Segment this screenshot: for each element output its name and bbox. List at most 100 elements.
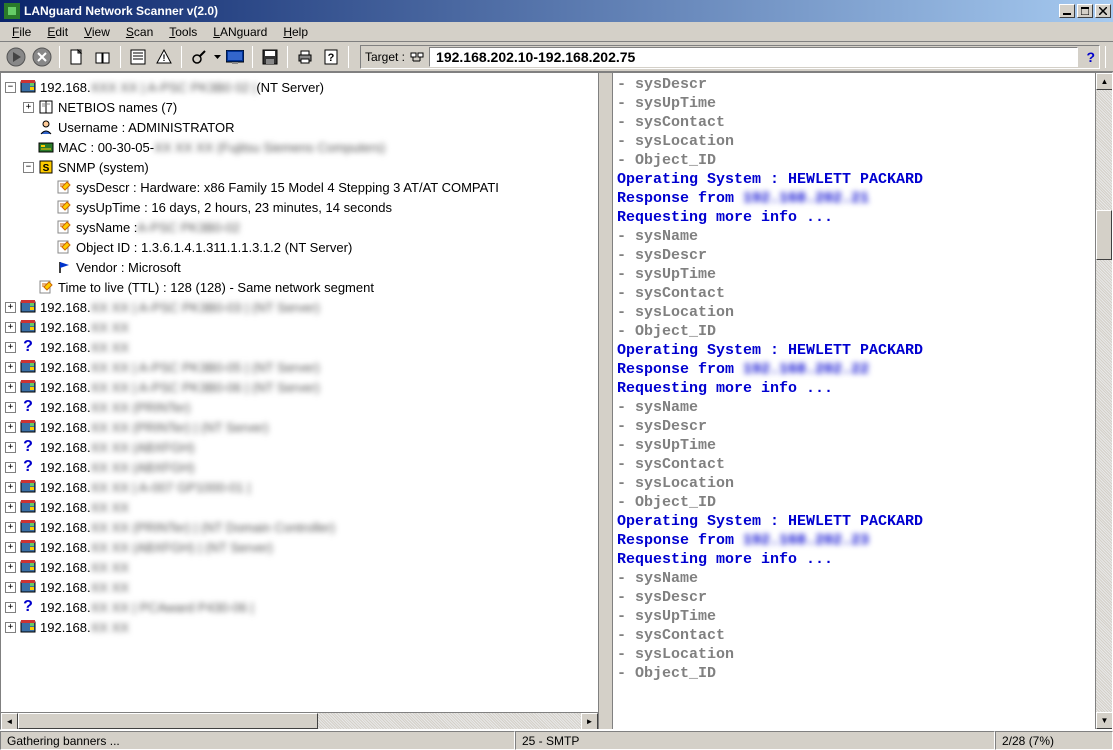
vertical-scrollbar[interactable]: ▲ ▼ xyxy=(1095,73,1112,729)
tree-ttl[interactable]: Time to live (TTL) : 128 (128) - Same ne… xyxy=(5,277,598,297)
log-line: - sysName xyxy=(617,398,1091,417)
menu-view[interactable]: View xyxy=(76,23,118,41)
tree-host-3[interactable]: +192.168.XX XX | A-PSC PK3B0-05 | (NT Se… xyxy=(5,357,598,377)
window-title: LANguard Network Scanner v(2.0) xyxy=(24,4,1059,18)
host-tree[interactable]: −192.168. XXX XX | A-PSC PK3B0 02 | (NT … xyxy=(1,73,598,712)
list-button[interactable] xyxy=(126,45,150,69)
tree-host-14[interactable]: +192.168.XX XX xyxy=(5,577,598,597)
tree-snmp-sysdescr[interactable]: sysDescr : Hardware: x86 Family 15 Model… xyxy=(5,177,598,197)
tree-host-16[interactable]: +192.168.XX XX xyxy=(5,617,598,637)
svg-text:S: S xyxy=(43,163,50,174)
scroll-thumb[interactable] xyxy=(18,713,318,729)
scroll-thumb[interactable] xyxy=(1096,210,1112,260)
expander-icon[interactable]: + xyxy=(5,302,16,313)
tool-button[interactable] xyxy=(187,45,211,69)
status-right: 2/28 (7%) xyxy=(995,731,1113,750)
open-button[interactable] xyxy=(91,45,115,69)
menu-tools[interactable]: Tools xyxy=(161,23,205,41)
tree-host-7[interactable]: +?192.168.XX XX (ABXFGH) xyxy=(5,437,598,457)
play-button[interactable] xyxy=(4,45,28,69)
horizontal-scrollbar[interactable]: ◄ ► xyxy=(1,712,598,729)
expander-icon[interactable]: + xyxy=(5,502,16,513)
expander-icon[interactable]: + xyxy=(5,482,16,493)
stop-button[interactable] xyxy=(30,45,54,69)
tree-snmp[interactable]: −SSNMP (system) xyxy=(5,157,598,177)
target-input[interactable]: 192.168.202.10-192.168.202.75 xyxy=(429,47,1078,67)
tree-mac[interactable]: MAC : 00-30-05-XX XX XX (Fujitsu Siemens… xyxy=(5,137,598,157)
menu-scan[interactable]: Scan xyxy=(118,23,161,41)
tree-host-15[interactable]: +?192.168.XX XX | PCAward P430-06 | xyxy=(5,597,598,617)
expander-icon[interactable]: − xyxy=(5,82,16,93)
tree-host-0[interactable]: +192.168.XX XX | A-PSC PK3B0-03 | (NT Se… xyxy=(5,297,598,317)
expander-icon[interactable]: + xyxy=(5,562,16,573)
print-button[interactable] xyxy=(293,45,317,69)
menu-file[interactable]: File xyxy=(4,23,39,41)
tree-host-12[interactable]: +192.168.XX XX (ABXFGH) | (NT Server) xyxy=(5,537,598,557)
expander-icon[interactable]: + xyxy=(5,442,16,453)
tree-netbios[interactable]: +NETBIOS names (7) xyxy=(5,97,598,117)
expander-icon[interactable]: + xyxy=(5,382,16,393)
scroll-left-button[interactable]: ◄ xyxy=(1,713,18,729)
log-line: - sysUpTime xyxy=(617,436,1091,455)
close-button[interactable] xyxy=(1095,4,1111,18)
expander-icon[interactable]: + xyxy=(5,342,16,353)
tree-host-root[interactable]: −192.168. XXX XX | A-PSC PK3B0 02 | (NT … xyxy=(5,77,598,97)
scroll-down-button[interactable]: ▼ xyxy=(1096,712,1112,729)
tree-host-9[interactable]: +192.168.XX XX | A-007 GP1000-01 | xyxy=(5,477,598,497)
expander-icon[interactable]: + xyxy=(5,462,16,473)
minimize-button[interactable] xyxy=(1059,4,1075,18)
log-line: Response from 192.168.202.23 xyxy=(617,531,1091,550)
menu-languard[interactable]: LANguard xyxy=(205,23,275,41)
menu-edit[interactable]: Edit xyxy=(39,23,76,41)
tree-host-13[interactable]: +192.168.XX XX xyxy=(5,557,598,577)
tree-host-4[interactable]: +192.168.XX XX | A-PSC PK3B0-06 | (NT Se… xyxy=(5,377,598,397)
scroll-right-button[interactable]: ► xyxy=(581,713,598,729)
tree-host-6[interactable]: +192.168.XX XX (PRINTer) | (NT Server) xyxy=(5,417,598,437)
expander-icon[interactable]: + xyxy=(5,602,16,613)
help-icon[interactable]: ? xyxy=(1086,49,1095,65)
expander-icon[interactable]: − xyxy=(23,162,34,173)
monitor-button[interactable] xyxy=(223,45,247,69)
log-line: - sysDescr xyxy=(617,588,1091,607)
expander-icon[interactable]: + xyxy=(5,402,16,413)
svg-text:?: ? xyxy=(328,52,335,64)
target-icon xyxy=(409,49,425,65)
tree-host-2[interactable]: +?192.168.XX XX xyxy=(5,337,598,357)
save-button[interactable] xyxy=(258,45,282,69)
log-line: - Object_ID xyxy=(617,664,1091,683)
log-line: - sysDescr xyxy=(617,417,1091,436)
tree-snmp-sysname[interactable]: sysName : A-PSC PK3B0-02 xyxy=(5,217,598,237)
splitter[interactable] xyxy=(599,73,613,729)
tree-snmp-objectid[interactable]: Object ID : 1.3.6.1.4.1.311.1.1.3.1.2 (N… xyxy=(5,237,598,257)
log-line: Operating System : HEWLETT PACKARD xyxy=(617,170,1091,189)
tree-host-8[interactable]: +?192.168.XX XX (ABXFGH) xyxy=(5,457,598,477)
log-output[interactable]: - sysDescr- sysUpTime- sysContact- sysLo… xyxy=(613,73,1095,729)
expander-icon[interactable]: + xyxy=(5,422,16,433)
new-button[interactable] xyxy=(65,45,89,69)
tree-host-10[interactable]: +192.168.XX XX xyxy=(5,497,598,517)
log-line: - sysDescr xyxy=(617,246,1091,265)
log-line: - sysUpTime xyxy=(617,607,1091,626)
scroll-up-button[interactable]: ▲ xyxy=(1096,73,1112,90)
target-box: Target : 192.168.202.10-192.168.202.75 ? xyxy=(360,45,1100,69)
menu-help[interactable]: Help xyxy=(275,23,316,41)
tree-host-11[interactable]: +192.168.XX XX (PRINTer) | (NT Domain Co… xyxy=(5,517,598,537)
expander-icon[interactable]: + xyxy=(5,522,16,533)
expander-icon[interactable]: + xyxy=(5,322,16,333)
tree-username[interactable]: Username : ADMINISTRATOR xyxy=(5,117,598,137)
expander-icon[interactable]: + xyxy=(5,582,16,593)
expander-icon[interactable]: + xyxy=(5,362,16,373)
help-button[interactable]: ? xyxy=(319,45,343,69)
tree-host-5[interactable]: +?192.168.XX XX (PRINTer) xyxy=(5,397,598,417)
tree-host-1[interactable]: +192.168.XX XX xyxy=(5,317,598,337)
maximize-button[interactable] xyxy=(1077,4,1093,18)
target-label: Target : xyxy=(365,50,405,64)
expander-icon[interactable]: + xyxy=(5,622,16,633)
dropdown-arrow-icon[interactable] xyxy=(213,55,221,59)
log-line: - sysUpTime xyxy=(617,265,1091,284)
alert-button[interactable]: ! xyxy=(152,45,176,69)
expander-icon[interactable]: + xyxy=(5,542,16,553)
tree-snmp-vendor[interactable]: Vendor : Microsoft xyxy=(5,257,598,277)
expander-icon[interactable]: + xyxy=(23,102,34,113)
tree-snmp-sysuptime[interactable]: sysUpTime : 16 days, 2 hours, 23 minutes… xyxy=(5,197,598,217)
